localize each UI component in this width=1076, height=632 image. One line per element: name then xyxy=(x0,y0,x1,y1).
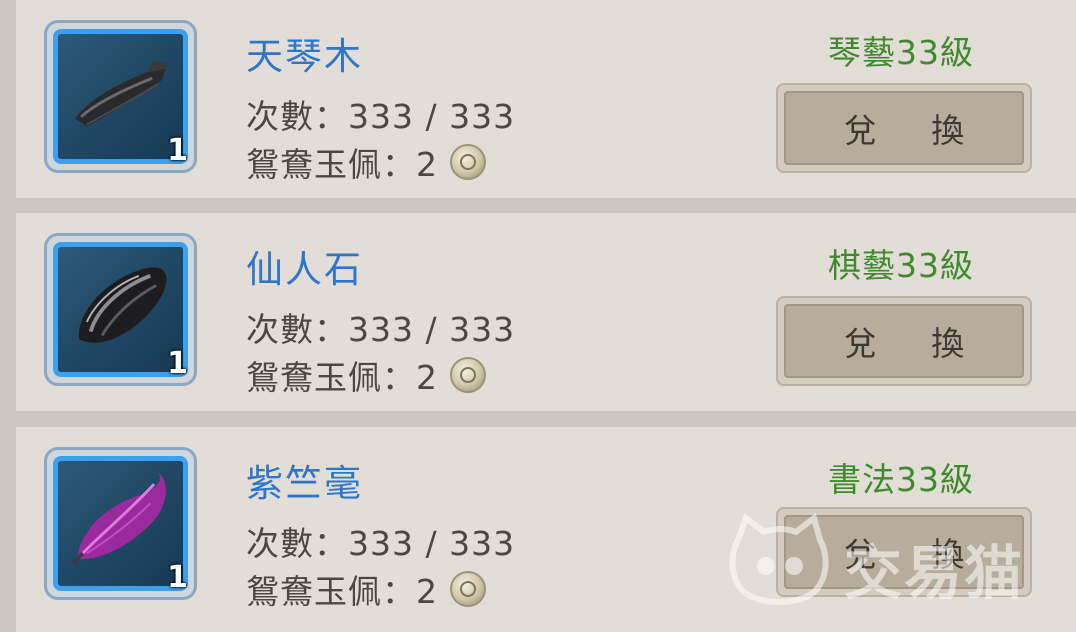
exchange-cost: 鴛鴦玉佩：2 xyxy=(246,351,486,399)
item-slot[interactable]: 1 xyxy=(44,233,197,386)
purple-feather-icon xyxy=(72,472,166,565)
cost-text: 鴛鴦玉佩：2 xyxy=(246,145,438,184)
exchange-button[interactable]: 兌 換 xyxy=(776,507,1032,597)
item-name: 紫竺毫 xyxy=(246,462,363,505)
item-slot[interactable]: 1 xyxy=(44,20,197,173)
exchange-button[interactable]: 兌 換 xyxy=(776,296,1032,386)
exchange-button[interactable]: 兌 換 xyxy=(776,83,1032,173)
cost-text: 鴛鴦玉佩：2 xyxy=(246,358,438,397)
exchange-item-row: 1 紫竺毫 次數：333 / 333 鴛鴦玉佩：2 書法33級 兌 換 xyxy=(16,427,1076,632)
item-name: 仙人石 xyxy=(246,248,363,291)
exchange-cost: 鴛鴦玉佩：2 xyxy=(246,565,486,613)
black-stone-icon xyxy=(78,267,167,343)
exchange-count: 次數：333 / 333 xyxy=(246,524,516,563)
item-name: 天琴木 xyxy=(246,35,363,78)
exchange-button-label: 兌 換 xyxy=(843,535,987,574)
jade-pendant-coin-icon xyxy=(450,357,486,393)
jade-pendant-coin-icon xyxy=(450,144,486,180)
skill-requirement: 琴藝33級 xyxy=(828,33,974,72)
exchange-button-label: 兌 換 xyxy=(843,111,987,150)
item-quantity: 1 xyxy=(167,346,188,381)
exchange-cost: 鴛鴦玉佩：2 xyxy=(246,138,486,186)
jade-pendant-coin-icon xyxy=(450,571,486,607)
item-quantity: 1 xyxy=(167,133,188,168)
item-slot[interactable]: 1 xyxy=(44,447,197,600)
exchange-button-label: 兌 換 xyxy=(843,324,987,363)
item-quantity: 1 xyxy=(167,560,188,595)
dark-wood-icon xyxy=(75,60,168,127)
exchange-item-row: 1 仙人石 次數：333 / 333 鴛鴦玉佩：2 棋藝33級 兌 換 xyxy=(16,213,1076,411)
exchange-count: 次數：333 / 333 xyxy=(246,310,516,349)
cost-text: 鴛鴦玉佩：2 xyxy=(246,572,438,611)
skill-requirement: 書法33級 xyxy=(828,460,974,499)
exchange-count: 次數：333 / 333 xyxy=(246,97,516,136)
skill-requirement: 棋藝33級 xyxy=(828,246,974,285)
exchange-item-row: 1 天琴木 次數：333 / 333 鴛鴦玉佩：2 琴藝33級 兌 換 xyxy=(16,0,1076,198)
